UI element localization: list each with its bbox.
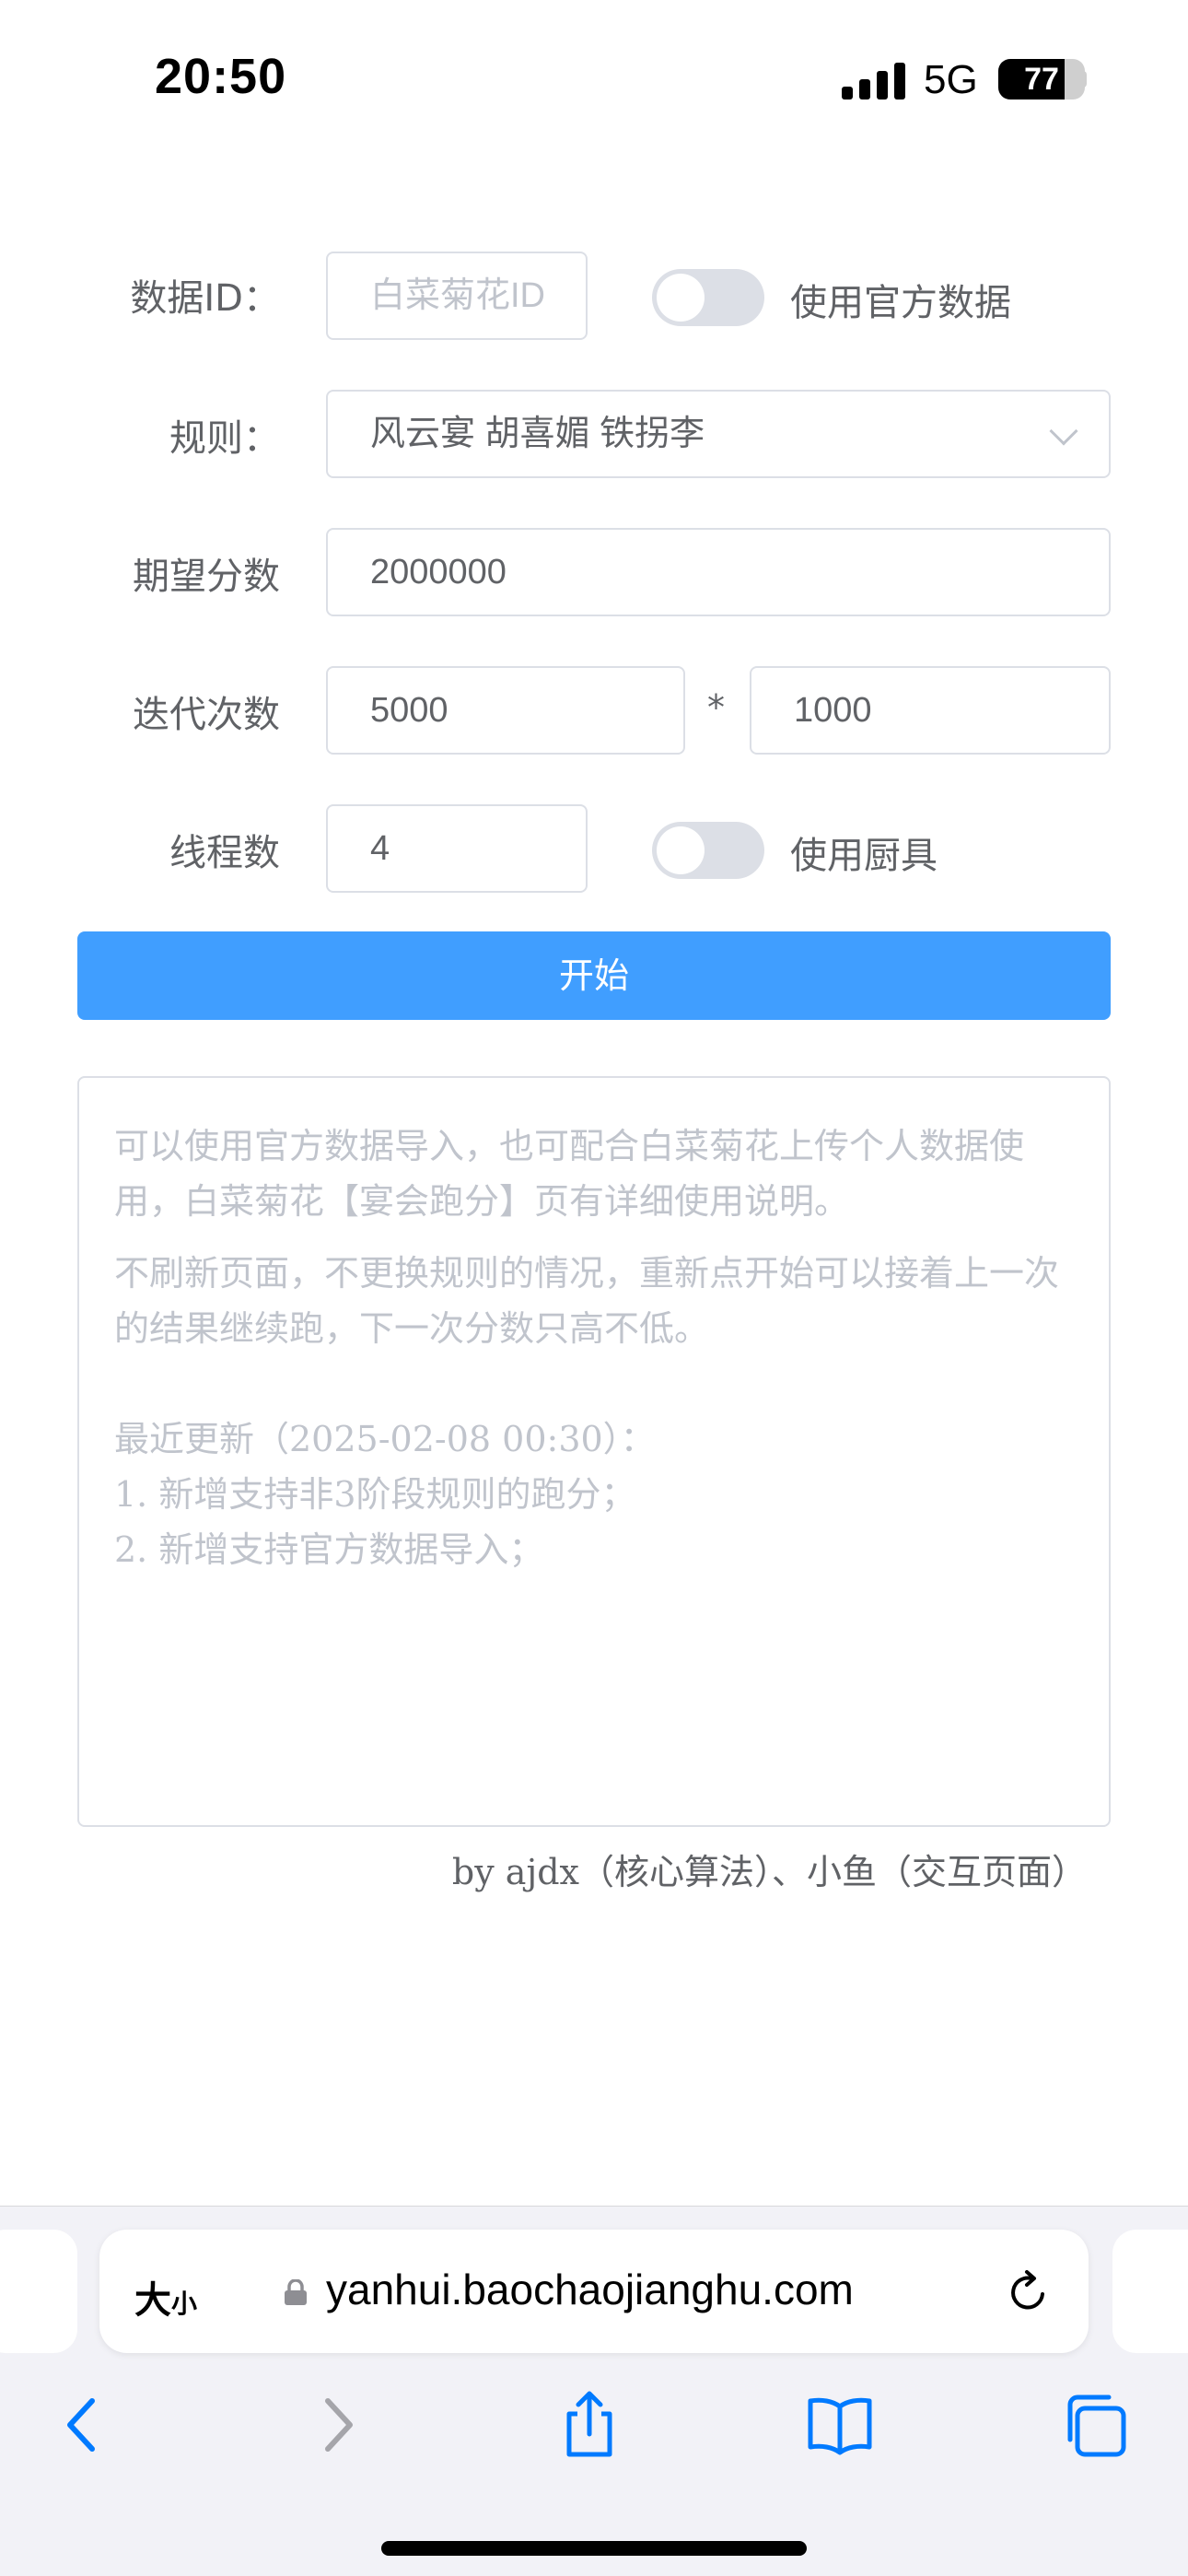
- rule-label: 规则：: [169, 417, 280, 460]
- text-size-small: 小: [171, 2289, 198, 2319]
- previous-tab-preview[interactable]: [0, 2230, 77, 2353]
- notes-line: 可以使用官方数据导入，也可配合白菜菊花上传个人数据使用，白菜菊花【宴会跑分】页有…: [114, 1126, 1025, 1222]
- notes-spacer: [114, 1356, 1074, 1411]
- back-icon[interactable]: [44, 2388, 118, 2462]
- use-tools-switch[interactable]: [652, 822, 764, 879]
- threads-label: 线程数: [169, 832, 280, 874]
- battery-icon: 77: [998, 59, 1085, 100]
- expected-score-label: 期望分数: [133, 556, 280, 598]
- notes-line: 不刷新页面，不更换规则的情况，重新点开始可以接着上一次的结果继续跑，下一次分数只…: [114, 1253, 1060, 1349]
- address-bar[interactable]: 大小 yanhui.baochaojianghu.com: [99, 2230, 1089, 2353]
- next-tab-preview[interactable]: [1112, 2230, 1188, 2353]
- official-data-label: 使用官方数据: [790, 282, 1011, 324]
- text-size-label: 大: [134, 2279, 171, 2322]
- threads-input[interactable]: 4: [326, 804, 588, 893]
- expected-score-input[interactable]: 2000000: [326, 528, 1111, 616]
- home-indicator: [381, 2541, 807, 2556]
- iterations-multiplier-input[interactable]: 1000: [750, 666, 1111, 755]
- credit-text: by ajdx（核心算法）、小鱼（交互页面）: [451, 1852, 1087, 1892]
- official-data-switch[interactable]: [652, 269, 764, 326]
- start-button[interactable]: 开始: [77, 931, 1111, 1020]
- status-time: 20:50: [155, 49, 287, 104]
- iterations-label: 迭代次数: [133, 694, 280, 736]
- data-id-input[interactable]: 白菜菊花ID: [326, 252, 588, 340]
- notes-update-item: 2. 新增支持官方数据导入；: [114, 1529, 544, 1570]
- share-icon[interactable]: [553, 2388, 626, 2462]
- tabs-icon[interactable]: [1057, 2388, 1131, 2462]
- signal-icon: [842, 61, 906, 100]
- reload-icon[interactable]: [1004, 2266, 1054, 2316]
- use-tools-label: 使用厨具: [790, 835, 938, 877]
- rule-value: 风云宴 胡喜媚 铁拐李: [370, 415, 705, 453]
- notes-update-title: 最近更新（2025-02-08 00:30）：: [114, 1419, 656, 1459]
- battery-cap: [1079, 71, 1087, 88]
- data-id-label: 数据ID：: [130, 277, 280, 320]
- iterations-input[interactable]: 5000: [326, 666, 685, 755]
- rule-select[interactable]: 风云宴 胡喜媚 铁拐李: [326, 390, 1111, 478]
- text-size-button[interactable]: 大小: [134, 2270, 197, 2324]
- switch-knob: [657, 826, 705, 874]
- url-text: yanhui.baochaojianghu.com: [326, 2266, 854, 2313]
- notes-update-item: 1. 新增支持非3阶段规则的跑分；: [114, 1474, 636, 1515]
- bookmarks-icon[interactable]: [803, 2388, 877, 2462]
- multiply-sign: *: [707, 687, 725, 728]
- battery-level: 77: [1024, 62, 1059, 97]
- chevron-down-icon: [1049, 416, 1078, 446]
- status-bar: 20:50 5G 77: [0, 0, 1188, 157]
- switch-knob: [657, 274, 705, 322]
- forward-icon[interactable]: [302, 2388, 376, 2462]
- notes-textarea[interactable]: 可以使用官方数据导入，也可配合白菜菊花上传个人数据使用，白菜菊花【宴会跑分】页有…: [77, 1076, 1111, 1827]
- lock-icon: [285, 2279, 307, 2305]
- network-label: 5G: [924, 57, 978, 102]
